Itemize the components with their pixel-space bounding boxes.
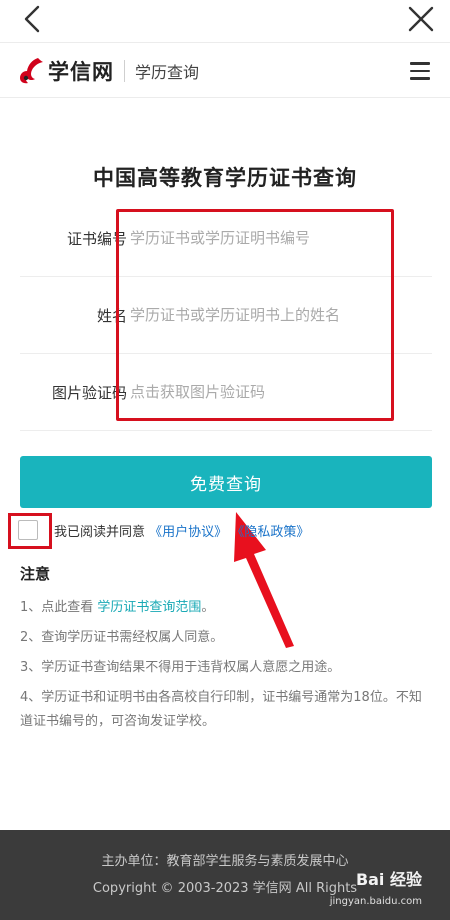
page: 学信网 学历查询 中国高等教育学历证书查询 证书编号 姓名 图片验证码 免费查询: [0, 0, 450, 920]
agree-checkbox[interactable]: [18, 520, 38, 540]
query-scope-link[interactable]: 学历证书查询范围: [93, 600, 201, 615]
notes-section: 注意 1、点此查看 学历证书查询范围。 2、查询学历证书需经权属人同意。 3、学…: [20, 563, 432, 740]
privacy-policy-link[interactable]: 《隐私政策》: [231, 525, 309, 540]
note-suffix: 。: [201, 600, 215, 615]
agreement-row: 我已阅读并同意 《用户协议》 《隐私政策》: [8, 513, 448, 549]
form-row-name: 姓名: [20, 277, 432, 354]
certificate-number-label: 证书编号: [66, 230, 127, 248]
browser-topbar: [0, 0, 450, 42]
note-text: 1、点此查看: [20, 600, 94, 615]
notes-heading: 注意: [20, 565, 51, 583]
note-item: 4、学历证书和证明书由各高校自行印制，证书编号通常为18位。不知道证书编号的，可…: [20, 690, 422, 729]
user-agreement-link[interactable]: 《用户协议》: [149, 525, 227, 540]
site-header: 学信网 学历查询: [0, 42, 450, 98]
agreement-prefix: 我已阅读并同意: [54, 525, 146, 540]
name-label: 姓名: [96, 307, 127, 325]
captcha-label: 图片验证码: [51, 384, 127, 402]
free-query-button[interactable]: 免费查询: [20, 456, 432, 508]
form-row-certificate-number: 证书编号: [20, 200, 432, 277]
logo-mark-icon: [20, 58, 43, 84]
note-item: 3、学历证书查询结果不得用于违背权属人意愿之用途。: [20, 660, 341, 675]
baidu-watermark-url: jingyan.baidu.com: [329, 896, 422, 907]
logo-text: 学信网: [48, 60, 114, 84]
note-item: 1、点此查看 学历证书查询范围。: [20, 596, 432, 620]
note-item: 2、查询学历证书需经权属人同意。: [20, 630, 224, 645]
captcha-input[interactable]: [130, 376, 420, 408]
site-logo[interactable]: 学信网 学历查询: [18, 55, 199, 87]
logo-divider: [124, 60, 125, 82]
form-row-captcha: 图片验证码: [20, 354, 432, 431]
query-form: 证书编号 姓名 图片验证码: [20, 200, 432, 431]
back-arrow-icon[interactable]: [18, 4, 48, 34]
certificate-number-input[interactable]: [130, 222, 420, 254]
baidu-watermark: Bai 经验: [355, 870, 422, 889]
agreement-text: 我已阅读并同意 《用户协议》 《隐私政策》: [54, 521, 309, 540]
page-title: 中国高等教育学历证书查询: [93, 166, 357, 190]
close-icon[interactable]: [406, 4, 436, 34]
name-input[interactable]: [130, 299, 420, 331]
logo-subtitle: 学历查询: [135, 63, 200, 82]
hamburger-menu-icon[interactable]: [410, 62, 430, 80]
